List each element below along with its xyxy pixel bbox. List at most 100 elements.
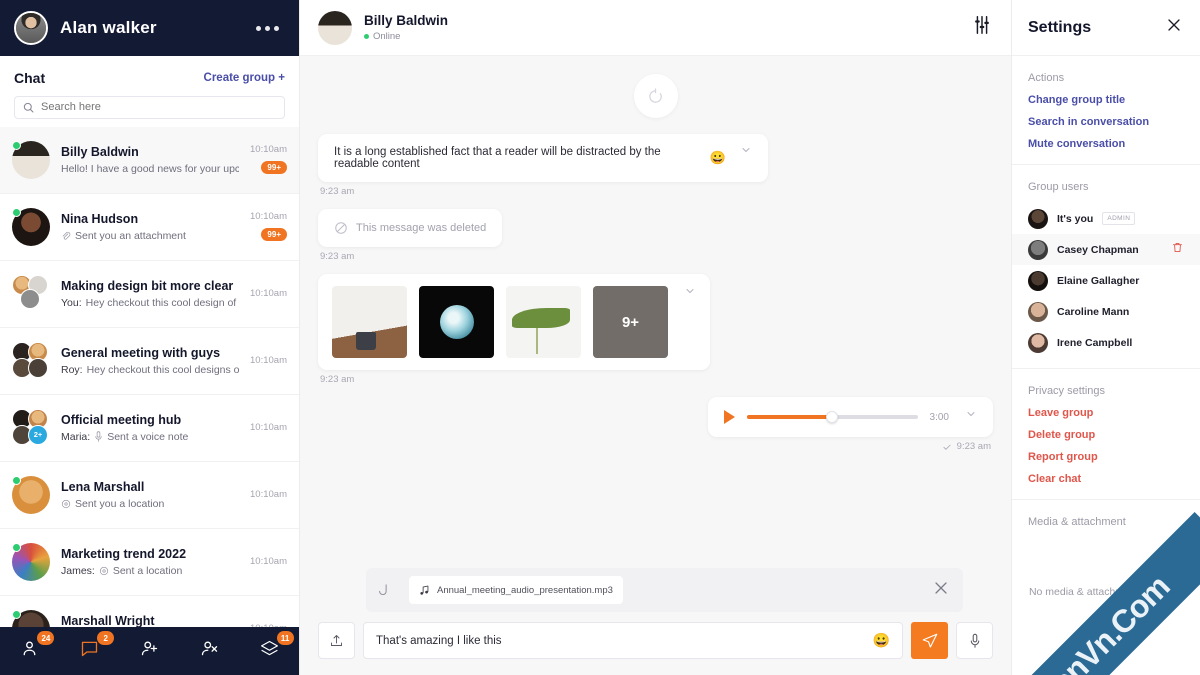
sliders-icon[interactable] xyxy=(971,14,993,41)
layers-icon xyxy=(260,640,278,656)
message-timestamp: 9:23 am xyxy=(320,186,355,197)
close-icon[interactable] xyxy=(931,578,951,603)
gallery-thumbnail-overflow[interactable]: 9+ xyxy=(593,286,668,358)
section-title: Privacy settings xyxy=(1028,385,1106,397)
search-icon xyxy=(23,102,34,113)
privacy-delete-group[interactable]: Delete group xyxy=(1028,429,1184,441)
group-user-row[interactable]: Elaine Gallagher xyxy=(1012,265,1200,296)
group-user-name: Elaine Gallagher xyxy=(1057,274,1140,287)
chat-list-item[interactable]: 2+ Official meeting hub Maria: Sent a vo… xyxy=(0,395,299,462)
paperclip-icon xyxy=(62,231,71,240)
nav-add-user-button[interactable] xyxy=(133,634,166,668)
privacy-clear-chat[interactable]: Clear chat xyxy=(1028,473,1184,485)
admin-badge: ADMIN xyxy=(1102,212,1136,225)
settings-title: Settings xyxy=(1028,18,1092,36)
audio-progress-slider[interactable] xyxy=(747,411,918,423)
nav-messages-button[interactable]: 2 xyxy=(73,631,115,668)
section-title: Media & attachment xyxy=(1028,516,1126,528)
voice-record-button[interactable] xyxy=(956,622,993,659)
message-input-wrapper[interactable]: 😀 xyxy=(363,622,903,659)
chevron-down-icon[interactable] xyxy=(684,284,696,302)
action-change-group-title[interactable]: Change group title xyxy=(1028,94,1184,106)
emoji-picker-icon[interactable]: 😀 xyxy=(873,632,890,649)
message-timestamp: 9:23 am xyxy=(320,251,355,262)
chevron-down-icon[interactable] xyxy=(740,144,752,159)
chat-preview-prefix: You: xyxy=(61,296,82,309)
group-user-row[interactable]: Caroline Mann xyxy=(1012,296,1200,327)
upload-button[interactable] xyxy=(318,622,355,659)
settings-panel: Settings Actions Change group title Sear… xyxy=(1012,0,1200,675)
trash-icon[interactable] xyxy=(1171,241,1184,259)
chat-name: Lena Marshall xyxy=(61,479,145,494)
close-icon[interactable] xyxy=(1164,15,1184,40)
group-user-row[interactable]: It's you ADMIN xyxy=(1012,203,1200,234)
nav-contacts-button[interactable]: 24 xyxy=(13,631,55,668)
bottom-navigation: 24 2 11 xyxy=(0,627,299,675)
chat-list-item[interactable]: Nina Hudson Sent you an attachment 10:10… xyxy=(0,194,299,261)
avatar xyxy=(12,207,50,246)
action-search-in-conversation[interactable]: Search in conversation xyxy=(1028,116,1184,128)
avatar[interactable] xyxy=(318,10,352,45)
settings-actions-section: Actions Change group title Search in con… xyxy=(1012,56,1200,165)
attachment-chip[interactable]: Annual_meeting_audio_presentation.mp3 xyxy=(409,576,623,604)
avatar xyxy=(1028,270,1048,291)
privacy-settings-section: Privacy settings Leave group Delete grou… xyxy=(1012,369,1200,500)
chat-name: Nina Hudson xyxy=(61,211,139,226)
emoji: 😀 xyxy=(709,150,726,165)
chat-list-title: Chat xyxy=(14,70,46,86)
current-user-avatar[interactable] xyxy=(14,11,48,45)
more-horizontal-icon[interactable] xyxy=(256,25,285,31)
media-empty-text: No media & attachments to show xyxy=(1028,586,1184,598)
create-group-button[interactable]: Create group + xyxy=(204,72,285,84)
section-title: Actions xyxy=(1028,72,1065,84)
nav-layers-button[interactable]: 11 xyxy=(253,631,294,668)
chat-list-item[interactable]: Marketing trend 2022 James: Sent a locat… xyxy=(0,529,299,596)
chat-name: Marketing trend 2022 xyxy=(61,546,187,561)
chat-list-item[interactable]: General meeting with guys Roy: Hey checko… xyxy=(0,328,299,395)
search-input[interactable] xyxy=(41,101,276,114)
chevron-down-icon[interactable] xyxy=(965,407,977,425)
group-user-row[interactable]: Casey Chapman xyxy=(1012,234,1200,265)
privacy-report-group[interactable]: Report group xyxy=(1028,451,1184,463)
conversation-header: Billy Baldwin Online xyxy=(300,0,1011,56)
avatar xyxy=(12,475,50,514)
gallery-thumbnail[interactable] xyxy=(506,286,581,358)
media-attachments-section: Media & attachment No media & attachment… xyxy=(1012,500,1200,598)
conversation-title: Billy Baldwin xyxy=(364,13,449,28)
check-icon xyxy=(943,444,951,450)
nav-remove-user-button[interactable] xyxy=(193,634,226,668)
chat-list-item[interactable]: Billy Baldwin Hello! I have a good news … xyxy=(0,126,299,194)
chat-time: 10:10am xyxy=(250,288,287,300)
group-extra-count: 2+ xyxy=(28,424,48,445)
online-indicator xyxy=(12,609,21,619)
group-avatar xyxy=(12,341,50,380)
send-button[interactable] xyxy=(911,622,948,659)
chat-list-item[interactable]: Marshall Wright You sent a location 10:1… xyxy=(0,596,299,627)
chat-list-item[interactable]: Making design bit more clear You: Hey che… xyxy=(0,261,299,328)
unread-badge: 99+ xyxy=(261,228,287,242)
gallery-thumbnail[interactable] xyxy=(332,286,407,358)
section-title: Group users xyxy=(1028,181,1089,193)
search-bar[interactable] xyxy=(14,96,285,119)
attachment-preview-bar: Annual_meeting_audio_presentation.mp3 xyxy=(366,568,963,612)
online-indicator xyxy=(12,542,21,552)
spinner-icon xyxy=(633,74,678,118)
avatar xyxy=(12,542,50,581)
chat-preview: Hello! I have a good news for your upcom… xyxy=(61,162,240,175)
group-user-row[interactable]: Irene Campbell xyxy=(1012,327,1200,358)
avatar xyxy=(12,140,50,179)
blocked-icon xyxy=(335,222,347,234)
chat-name: Marshall Wright xyxy=(61,613,155,627)
privacy-leave-group[interactable]: Leave group xyxy=(1028,407,1184,419)
message-input[interactable] xyxy=(376,634,865,647)
message-timestamp: 9:23 am xyxy=(320,374,355,385)
chat-list-item[interactable]: Lena Marshall Sent you a location 10:10a… xyxy=(0,462,299,529)
avatar xyxy=(1028,301,1048,322)
action-mute-conversation[interactable]: Mute conversation xyxy=(1028,138,1184,150)
message-composer: 😀 xyxy=(318,622,993,659)
chat-preview: Sent a voice note xyxy=(107,430,189,443)
gallery-thumbnail[interactable] xyxy=(419,286,494,358)
attachment-filename: Annual_meeting_audio_presentation.mp3 xyxy=(437,584,613,596)
reply-icon xyxy=(379,583,387,595)
play-icon[interactable] xyxy=(724,410,735,424)
